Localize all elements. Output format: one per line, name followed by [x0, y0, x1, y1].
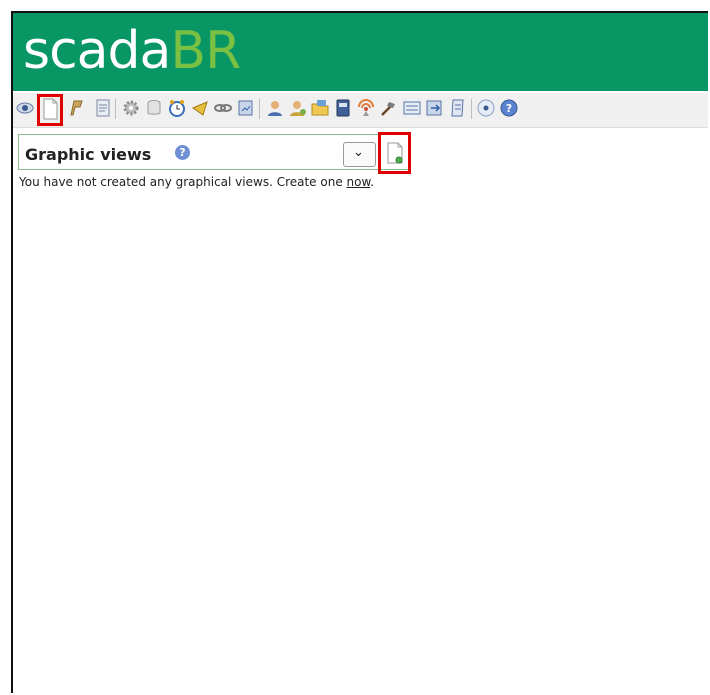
highlight-box-add-view: [378, 132, 411, 174]
maintenance-events-icon[interactable]: [380, 99, 398, 117]
point-hierarchy-icon[interactable]: [311, 99, 329, 117]
sql-icon[interactable]: [449, 99, 467, 117]
toolbar-separator: [259, 99, 260, 119]
publishers-icon[interactable]: [357, 99, 375, 117]
view-select[interactable]: ⌄: [343, 142, 376, 167]
scripts-icon[interactable]: [237, 99, 255, 117]
emport-icon[interactable]: [426, 99, 444, 117]
toolbar-separator: [471, 99, 472, 119]
main-toolbar: ?: [13, 93, 708, 128]
graphic-views-header: Graphic views ? ⌄: [18, 134, 410, 170]
reports-icon[interactable]: [94, 99, 112, 117]
database-icon[interactable]: [145, 99, 163, 117]
app-frame: scadaBR ? Graphic views ? ⌄ You have not…: [11, 11, 708, 693]
chevron-down-icon: ⌄: [353, 145, 364, 160]
logout-icon[interactable]: [477, 99, 495, 117]
users-icon[interactable]: [266, 99, 284, 117]
highlight-box-graphic-views: [37, 94, 63, 126]
message-suffix: .: [370, 175, 375, 189]
svg-text:?: ?: [506, 102, 512, 115]
create-now-link[interactable]: now: [347, 175, 371, 189]
watchlist-eye-icon[interactable]: [16, 99, 34, 117]
data-sources-icon[interactable]: [122, 99, 140, 117]
user-profiles-icon[interactable]: [289, 99, 307, 117]
mailing-lists-icon[interactable]: [334, 99, 352, 117]
help-icon[interactable]: ?: [175, 145, 190, 160]
scadabr-logo[interactable]: scadaBR: [23, 17, 241, 85]
logo-text-br: BR: [170, 21, 241, 81]
help-icon[interactable]: ?: [500, 99, 518, 117]
page-title: Graphic views: [25, 145, 152, 164]
logo-text-scada: scada: [23, 21, 171, 81]
scheduled-events-icon[interactable]: [168, 99, 186, 117]
system-settings-icon[interactable]: [403, 99, 421, 117]
message-text: You have not created any graphical views…: [19, 175, 343, 189]
toolbar-separator: [115, 99, 116, 119]
header-banner: scadaBR: [13, 13, 708, 91]
compound-events-icon[interactable]: [191, 99, 209, 117]
event-flag-icon[interactable]: [68, 99, 86, 117]
empty-views-message: You have not created any graphical views…: [19, 175, 374, 189]
point-links-icon[interactable]: [214, 99, 232, 117]
